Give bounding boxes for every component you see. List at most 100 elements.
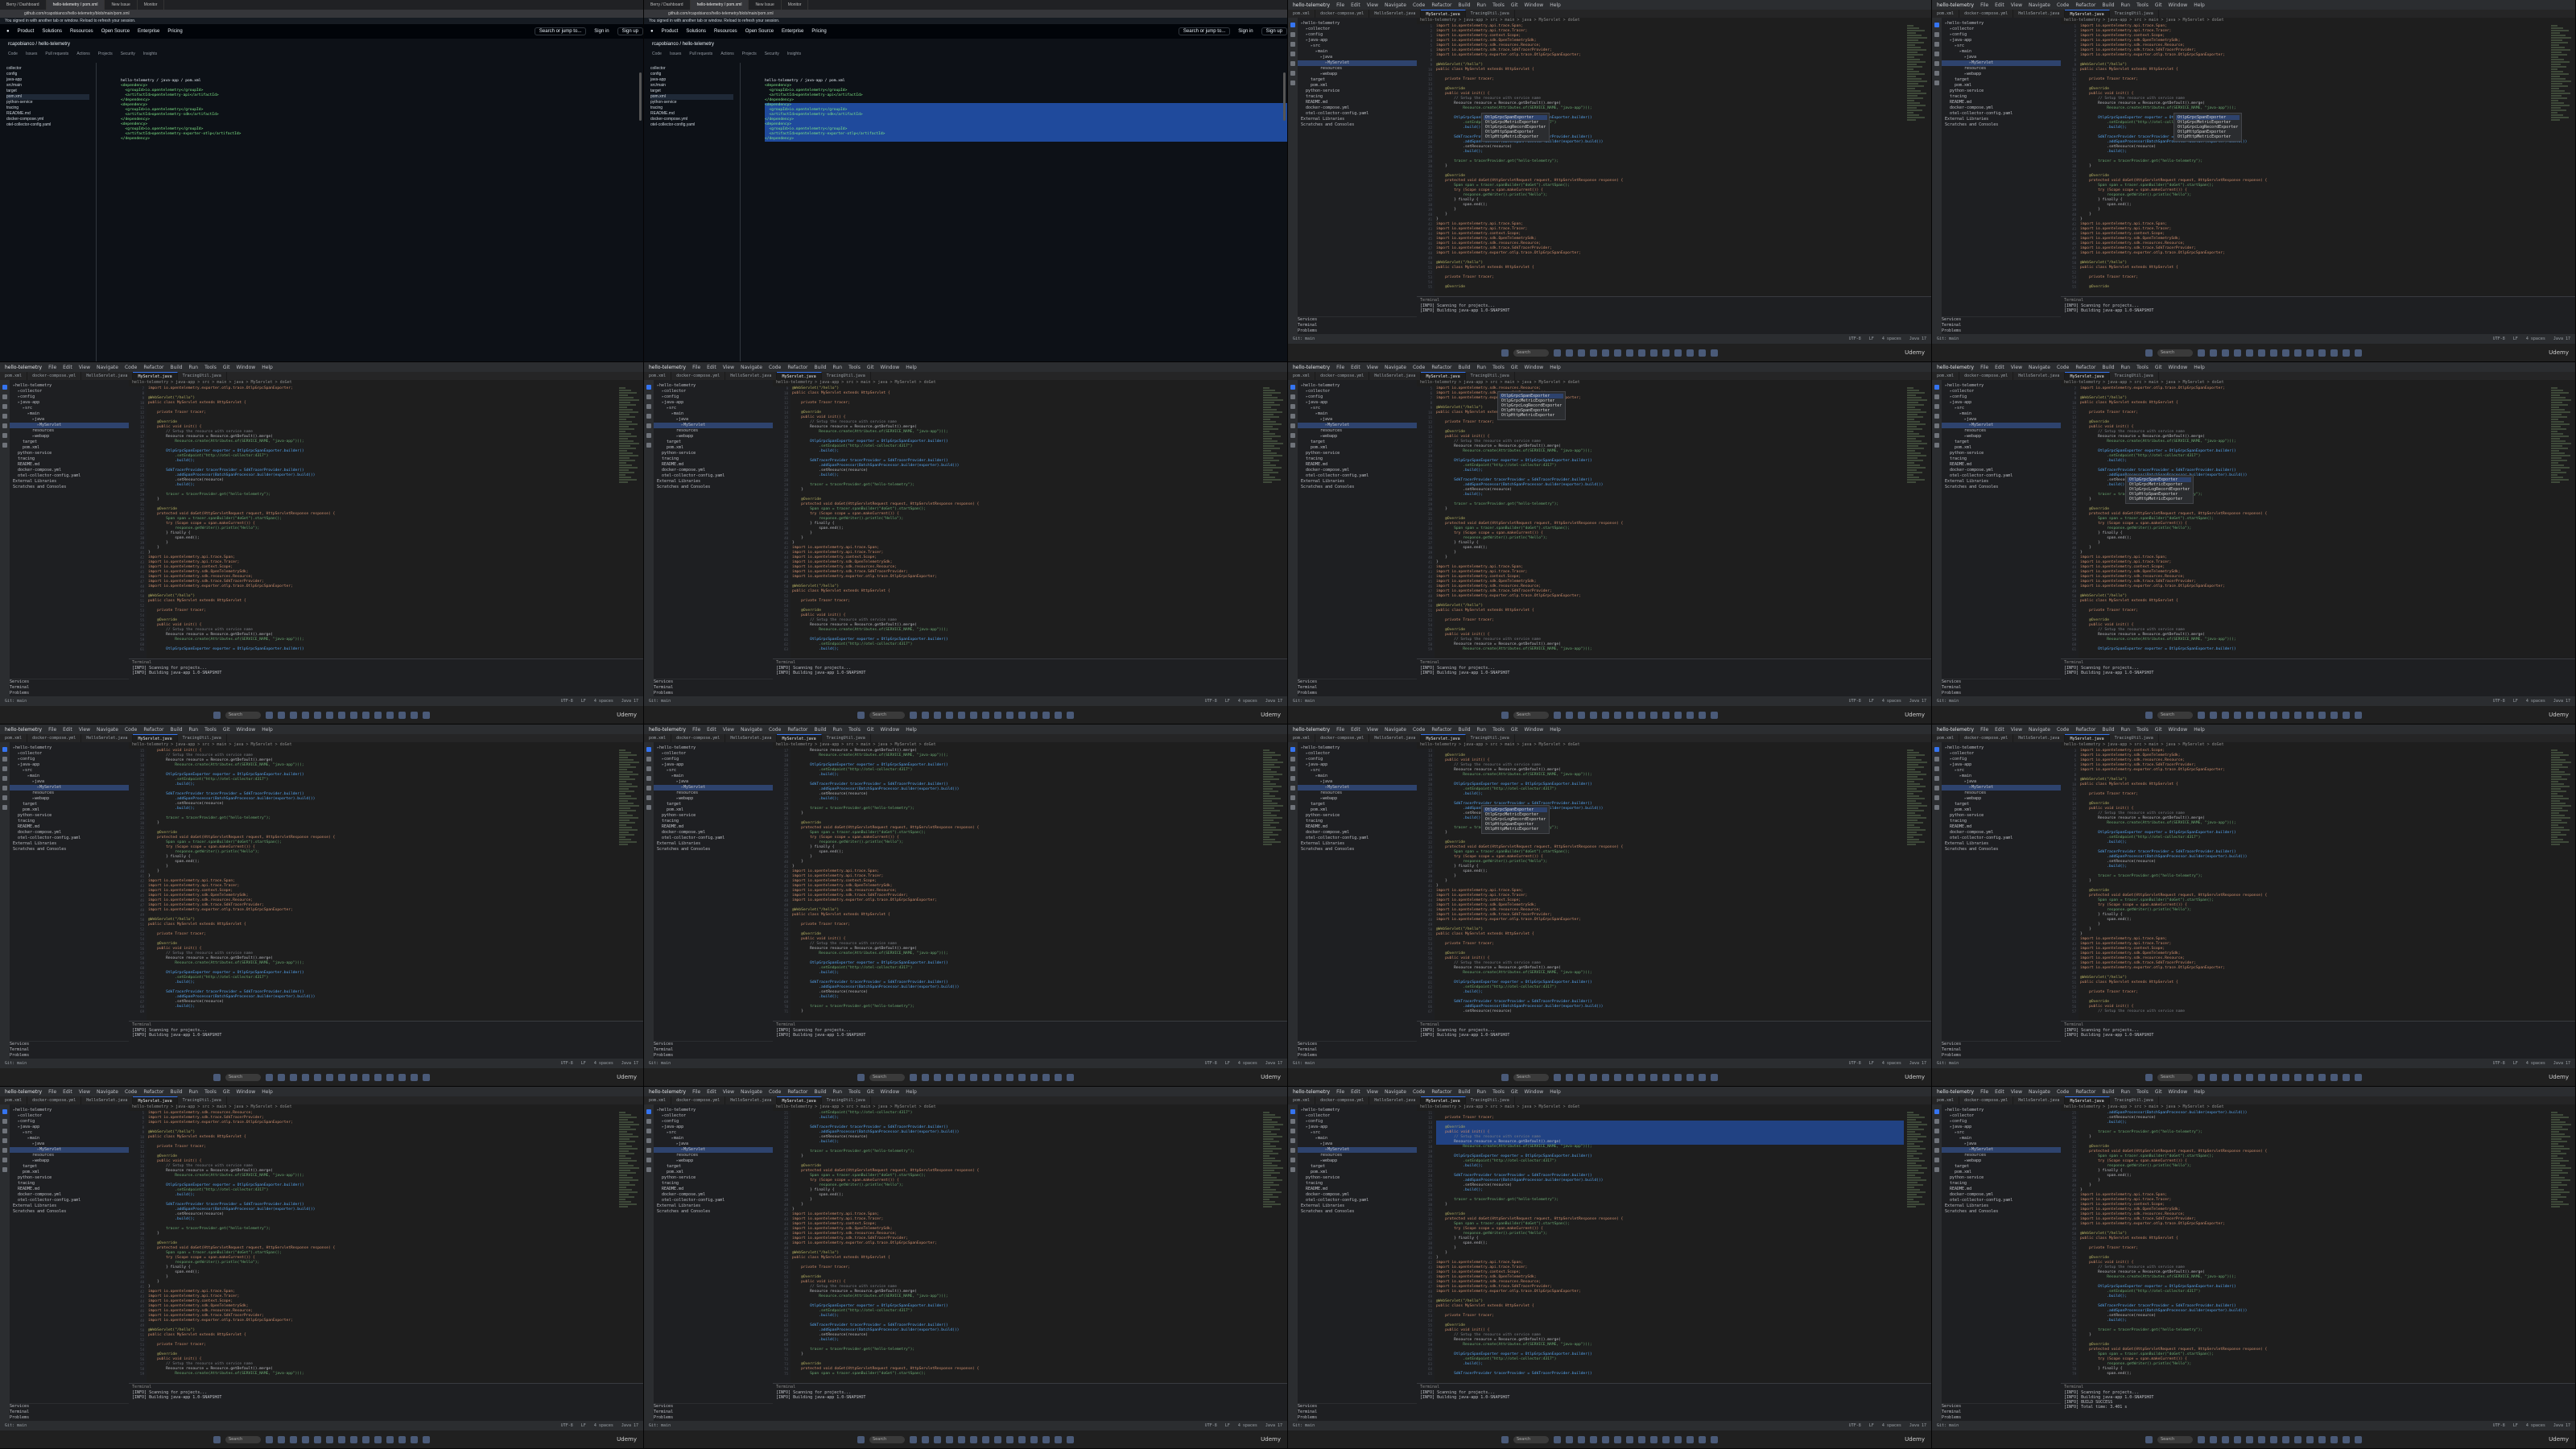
editor-tab[interactable]: pom.xml <box>1288 372 1316 380</box>
status-item[interactable]: LF <box>1869 1423 1874 1428</box>
taskbar-app-icon[interactable] <box>314 1435 321 1443</box>
tool-window-icon[interactable] <box>1934 61 1939 66</box>
taskbar-app-icon[interactable] <box>2282 349 2289 357</box>
taskbar-app-icon[interactable] <box>314 1073 321 1081</box>
editor-tab[interactable]: MyServlet.java <box>1421 372 1466 380</box>
project-tree-item[interactable]: src <box>10 768 129 774</box>
code-editor[interactable]: import io.opentelemetry.sdk.resources.Re… <box>148 1111 616 1384</box>
taskbar-app-icon[interactable] <box>2330 711 2338 719</box>
status-item[interactable]: LF <box>2513 699 2518 704</box>
taskbar-app-icon[interactable] <box>2343 711 2350 719</box>
editor-tab[interactable]: docker-compose.yml <box>671 1096 726 1104</box>
taskbar-app-icon[interactable] <box>1018 1435 1026 1443</box>
taskbar-app-icon[interactable] <box>1578 1435 1585 1443</box>
tool-window-icon[interactable] <box>646 433 651 438</box>
status-item[interactable]: UTF-8 <box>1205 699 1217 704</box>
menu-item[interactable]: View <box>1367 365 1378 370</box>
status-item[interactable]: UTF-8 <box>1849 699 1861 704</box>
menu-item[interactable]: Build <box>2102 2 2114 8</box>
status-item[interactable]: 4 spaces <box>1882 699 1901 704</box>
browser-tab[interactable]: New Issue <box>105 0 138 10</box>
project-tree-item[interactable]: hello-telemetry <box>1298 1108 1417 1113</box>
menu-item[interactable]: File <box>48 1089 56 1095</box>
tool-window-icon[interactable] <box>1290 71 1295 76</box>
project-tree-item[interactable]: collector <box>654 389 773 394</box>
project-tree-item[interactable]: src <box>1298 1130 1417 1136</box>
menu-item[interactable]: Refactor <box>143 365 163 370</box>
sidebar-bottom-item[interactable]: Terminal <box>1942 323 2061 328</box>
taskbar-app-icon[interactable] <box>2246 711 2253 719</box>
tool-window-icon[interactable] <box>2 394 7 399</box>
file-tree-item[interactable]: src/main <box>650 83 733 89</box>
taskbar-app-icon[interactable] <box>1614 711 1621 719</box>
nav-link[interactable]: Pricing <box>167 29 182 34</box>
menu-item[interactable]: Git <box>1511 365 1518 370</box>
project-tree-item[interactable]: Scratches and Consoles <box>1942 1209 2061 1215</box>
project-tree-item[interactable]: collector <box>1942 1113 2061 1119</box>
code-completion-popup[interactable]: OtlpGrpcSpanExporter OtlpGrpcMetricExport… <box>1481 805 1550 834</box>
taskbar-app-icon[interactable] <box>2270 349 2277 357</box>
menu-item[interactable]: Run <box>833 365 843 370</box>
project-tree-item[interactable]: target <box>1298 440 1417 445</box>
taskbar-app-icon[interactable] <box>362 711 369 719</box>
taskbar-app-icon[interactable] <box>2282 711 2289 719</box>
taskbar-app-icon[interactable] <box>1590 1073 1597 1081</box>
browser-tab[interactable]: New Issue <box>749 0 782 10</box>
status-item[interactable]: UTF-8 <box>1849 1061 1861 1066</box>
project-tree-item[interactable]: src <box>1298 768 1417 774</box>
project-tree-item[interactable]: main <box>1298 49 1417 55</box>
taskbar-app-icon[interactable] <box>2210 349 2217 357</box>
editor-tab[interactable]: TracingUtil.java <box>822 734 871 742</box>
nav-link[interactable]: Product <box>18 29 35 34</box>
editor-tab[interactable]: TracingUtil.java <box>178 372 227 380</box>
menu-item[interactable]: Refactor <box>1431 1089 1451 1095</box>
taskbar-app-icon[interactable] <box>2234 711 2241 719</box>
taskbar-app-icon[interactable] <box>2258 1073 2265 1081</box>
status-item[interactable]: 4 spaces <box>594 1423 613 1428</box>
menu-item[interactable]: Edit <box>1995 2 2004 8</box>
menu-item[interactable]: Refactor <box>787 727 807 733</box>
minimap[interactable] <box>1263 1111 1284 1384</box>
taskbar-app-icon[interactable] <box>2222 349 2229 357</box>
address-bar[interactable]: github.com/rcapobianco/hello-telemetry/b… <box>0 10 643 18</box>
project-title[interactable]: hello-telemetry <box>1293 1089 1330 1095</box>
project-tree-item[interactable]: java-app <box>1942 1125 2061 1130</box>
tool-window-icon[interactable] <box>1290 1167 1295 1172</box>
project-tree-item[interactable]: pom.xml <box>1298 1170 1417 1175</box>
status-item[interactable]: Git: main <box>1937 336 1959 341</box>
project-tree-item[interactable]: docker-compose.yml <box>1298 105 1417 111</box>
menu-item[interactable]: Window <box>881 727 900 733</box>
project-tree-item[interactable]: pom.xml <box>10 445 129 451</box>
taskbar-app-icon[interactable] <box>2270 1435 2277 1443</box>
editor-tab[interactable]: HelloServlet.java <box>1369 10 1422 18</box>
status-item[interactable]: LF <box>581 1423 586 1428</box>
project-tree-item[interactable]: webapp <box>1942 1158 2061 1164</box>
project-tree-item[interactable]: main <box>1298 1136 1417 1141</box>
editor-tab[interactable]: HelloServlet.java <box>1369 372 1422 380</box>
project-tree-item[interactable]: target <box>1298 802 1417 807</box>
taskbar-app-icon[interactable] <box>1686 1073 1694 1081</box>
project-tree-item[interactable]: collector <box>1942 27 2061 32</box>
editor-tab[interactable]: docker-compose.yml <box>27 372 82 380</box>
project-tree-item[interactable]: java <box>654 779 773 785</box>
project-tree-item[interactable]: java-app <box>654 1125 773 1130</box>
taskbar-app-icon[interactable] <box>2198 349 2205 357</box>
taskbar-app-icon[interactable] <box>398 711 406 719</box>
breadcrumb[interactable]: hello-telemetry > java-app > src > main … <box>773 742 1287 749</box>
nav-link[interactable]: Resources <box>714 29 737 34</box>
terminal-panel[interactable]: Terminal [INFO] Scanning for projects...[… <box>1417 1383 1931 1421</box>
menu-item[interactable]: Code <box>769 727 781 733</box>
project-tree-item[interactable]: resources <box>654 791 773 796</box>
project-tree-item[interactable]: pom.xml <box>1298 807 1417 813</box>
project-tree-item[interactable]: target <box>10 1164 129 1170</box>
terminal-panel[interactable]: Terminal [INFO] Scanning for projects...[… <box>2061 1021 2575 1059</box>
editor-tab[interactable]: MyServlet.java <box>133 734 178 742</box>
nav-link[interactable]: Pricing <box>811 29 826 34</box>
status-item[interactable]: Git: main <box>5 699 27 704</box>
menu-item[interactable]: Help <box>262 365 273 370</box>
project-tree-item[interactable]: External Libraries <box>1942 841 2061 847</box>
status-item[interactable]: Java 17 <box>2553 336 2570 341</box>
editor-tab[interactable]: docker-compose.yml <box>1315 734 1370 742</box>
project-tree-item[interactable]: Scratches and Consoles <box>10 485 129 490</box>
project-tree-item[interactable]: main <box>1942 49 2061 55</box>
